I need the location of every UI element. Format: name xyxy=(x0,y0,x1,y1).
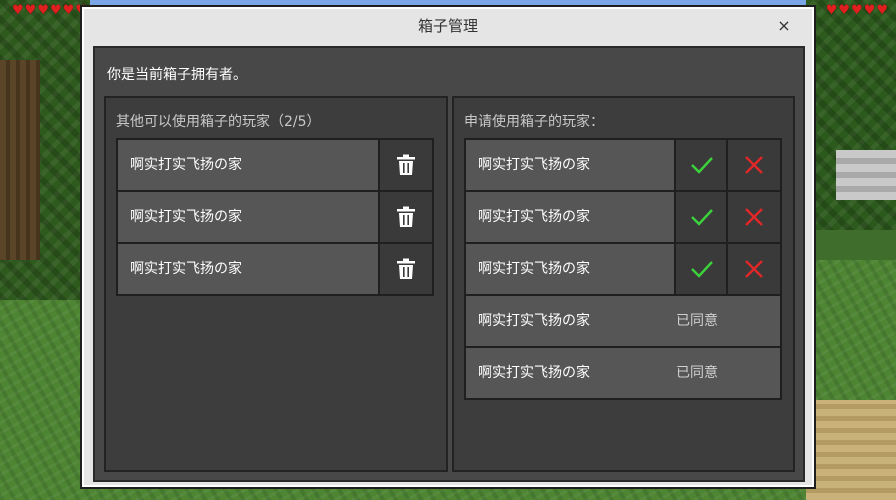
owner-status-text: 你是当前箱子拥有者。 xyxy=(107,67,247,83)
player-name: 啊实打实飞扬の家 xyxy=(478,209,590,225)
player-name: 啊实打实飞扬の家 xyxy=(130,261,242,277)
trash-icon xyxy=(397,154,415,175)
allowed-players-title: 其他可以使用箱子的玩家（2/5） xyxy=(116,114,321,130)
close-button[interactable]: × xyxy=(774,16,794,36)
x-icon xyxy=(745,156,763,174)
player-name: 啊实打实飞扬の家 xyxy=(478,313,590,329)
player-name: 啊实打实飞扬の家 xyxy=(130,209,242,225)
health-bar: ♥ ♥ ♥ ♥ ♥ ♥ xyxy=(12,4,87,17)
player-name: 啊实打实飞扬の家 xyxy=(478,261,590,277)
trash-icon xyxy=(397,258,415,279)
heart-icon: ♥ xyxy=(838,3,851,18)
remove-player-button[interactable] xyxy=(378,140,432,190)
heart-icon: ♥ xyxy=(49,3,62,18)
heart-icon: ♥ xyxy=(825,3,838,18)
player-name: 啊实打实飞扬の家 xyxy=(478,365,590,381)
heart-icon: ♥ xyxy=(863,3,876,18)
heart-icon: ♥ xyxy=(851,3,863,18)
accept-request-button[interactable] xyxy=(674,192,728,242)
trash-icon xyxy=(397,206,415,227)
accept-request-button[interactable] xyxy=(674,244,728,294)
heart-icon: ♥ xyxy=(12,3,24,18)
request-player-row: 啊实打实飞扬の家 xyxy=(464,190,782,244)
check-icon xyxy=(691,209,713,226)
request-players-title: 申请使用箱子的玩家： xyxy=(464,114,604,130)
allowed-players-list: 啊实打实飞扬の家 啊实打实飞扬の家 啊实打实飞扬の家 xyxy=(116,138,434,296)
request-status: 已同意 xyxy=(676,365,718,381)
player-name: 啊实打实飞扬の家 xyxy=(478,157,590,173)
x-icon xyxy=(745,208,763,226)
reject-request-button[interactable] xyxy=(726,244,780,294)
reject-request-button[interactable] xyxy=(726,192,780,242)
request-players-panel: 申请使用箱子的玩家： 啊实打实飞扬の家 啊实打实飞扬の家 啊实打实飞扬の家 啊实… xyxy=(452,96,795,472)
reject-request-button[interactable] xyxy=(726,140,780,190)
request-player-row: 啊实打实飞扬の家 已同意 xyxy=(464,346,782,400)
tree-trunk xyxy=(0,60,40,260)
allowed-players-panel: 其他可以使用箱子的玩家（2/5） 啊实打实飞扬の家 啊实打实飞扬の家 啊实打实飞… xyxy=(104,96,448,472)
dialog-title: 箱子管理 xyxy=(417,17,478,35)
allowed-player-row: 啊实打实飞扬の家 xyxy=(116,242,434,296)
request-players-list: 啊实打实飞扬の家 啊实打实飞扬の家 啊实打实飞扬の家 啊实打实飞扬の家 已同意 … xyxy=(464,138,782,400)
remove-player-button[interactable] xyxy=(378,192,432,242)
x-icon xyxy=(745,260,763,278)
accept-request-button[interactable] xyxy=(674,140,728,190)
check-icon xyxy=(691,261,713,278)
chest-management-dialog: 箱子管理 × 你是当前箱子拥有者。 其他可以使用箱子的玩家（2/5） 啊实打实飞… xyxy=(80,5,816,489)
dialog-content: 你是当前箱子拥有者。 其他可以使用箱子的玩家（2/5） 啊实打实飞扬の家 啊实打… xyxy=(93,46,805,482)
heart-icon: ♥ xyxy=(37,3,49,18)
hunger-bar: ♥ ♥ ♥ ♥ ♥ xyxy=(826,4,888,17)
check-icon xyxy=(691,157,713,174)
heart-icon: ♥ xyxy=(24,3,37,18)
remove-player-button[interactable] xyxy=(378,244,432,294)
allowed-player-row: 啊实打实飞扬の家 xyxy=(116,190,434,244)
request-status: 已同意 xyxy=(676,313,718,329)
allowed-player-row: 啊实打实飞扬の家 xyxy=(116,138,434,192)
heart-icon: ♥ xyxy=(876,3,888,18)
player-name: 啊实打实飞扬の家 xyxy=(130,157,242,173)
request-player-row: 啊实打实飞扬の家 xyxy=(464,138,782,192)
request-player-row: 啊实打实飞扬の家 xyxy=(464,242,782,296)
wood-block xyxy=(806,400,896,500)
request-player-row: 啊实打实飞扬の家 已同意 xyxy=(464,294,782,348)
stone-block xyxy=(836,150,896,200)
heart-icon: ♥ xyxy=(62,3,75,18)
